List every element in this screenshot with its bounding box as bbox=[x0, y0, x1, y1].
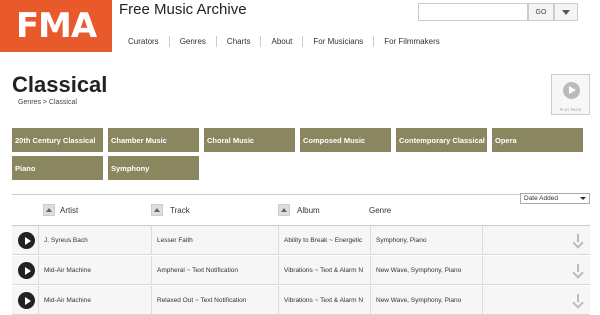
table-header: Artist Track Album Genre bbox=[12, 198, 590, 224]
genre-tile-contemporary-classical[interactable]: Contemporary Classical bbox=[396, 128, 487, 152]
genre-tile-symphony[interactable]: Symphony bbox=[108, 156, 199, 180]
row-album[interactable]: Ability to Break ~ Energetic bbox=[278, 226, 370, 255]
genre-tile-20th-century-classical[interactable]: 20th Century Classical bbox=[12, 128, 103, 152]
genre-tile-piano[interactable]: Piano bbox=[12, 156, 103, 180]
row-genre: New Wave, Symphony, Piano bbox=[370, 286, 482, 315]
search-input[interactable] bbox=[418, 3, 528, 21]
column-artist: Artist bbox=[60, 206, 79, 215]
table-row: Mid-Air Machine Relaxed Out ~ Text Notif… bbox=[12, 286, 590, 315]
site-logo[interactable]: FMA bbox=[0, 0, 112, 52]
column-track: Track bbox=[170, 206, 190, 215]
nav-for-filmmakers[interactable]: For Filmmakers bbox=[373, 36, 450, 47]
play-page-button[interactable]: PLAY PAGE bbox=[551, 74, 590, 115]
play-track-button[interactable] bbox=[18, 292, 35, 309]
row-album[interactable]: Vibrations ~ Text & Alarm N bbox=[278, 256, 370, 285]
sort-artist-button[interactable] bbox=[43, 204, 55, 216]
download-icon[interactable] bbox=[573, 294, 583, 306]
nav-genres[interactable]: Genres bbox=[168, 36, 216, 47]
logo-text: FMA bbox=[15, 6, 97, 46]
sort-track-button[interactable] bbox=[151, 204, 163, 216]
row-artist[interactable]: Mid-Air Machine bbox=[38, 286, 150, 315]
column-album: Album bbox=[297, 206, 320, 215]
row-genre: Symphony, Piano bbox=[370, 226, 482, 255]
table-row: J. Syreus Bach Lesser Faith Ability to B… bbox=[12, 226, 590, 255]
download-icon[interactable] bbox=[573, 264, 583, 276]
nav-charts[interactable]: Charts bbox=[215, 36, 261, 47]
breadcrumb[interactable]: Genres > Classical bbox=[18, 99, 77, 106]
play-track-button[interactable] bbox=[18, 262, 35, 279]
row-genre: New Wave, Symphony, Piano bbox=[370, 256, 482, 285]
play-track-button[interactable] bbox=[18, 232, 35, 249]
row-track[interactable]: Lesser Faith bbox=[151, 226, 277, 255]
genre-tile-choral-music[interactable]: Choral Music bbox=[204, 128, 295, 152]
nav-for-musicians[interactable]: For Musicians bbox=[302, 36, 373, 47]
row-album[interactable]: Vibrations ~ Text & Alarm N bbox=[278, 286, 370, 315]
row-track[interactable]: Ampheral ~ Text Notification bbox=[151, 256, 277, 285]
row-artist[interactable]: J. Syreus Bach bbox=[38, 226, 150, 255]
chevron-down-icon bbox=[562, 9, 570, 15]
nav-about[interactable]: About bbox=[260, 36, 302, 47]
page-title: Classical bbox=[12, 72, 108, 97]
site-title[interactable]: Free Music Archive bbox=[119, 1, 247, 18]
play-page-label: PLAY PAGE bbox=[559, 107, 582, 112]
row-track[interactable]: Relaxed Out ~ Text Notification bbox=[151, 286, 277, 315]
genre-tile-opera[interactable]: Opera bbox=[492, 128, 583, 152]
row-spacer bbox=[482, 226, 562, 255]
search-options-button[interactable] bbox=[554, 3, 578, 21]
table-top-divider bbox=[12, 194, 590, 195]
row-spacer bbox=[482, 256, 562, 285]
main-nav: Curators Genres Charts About For Musicia… bbox=[120, 36, 450, 47]
nav-curators[interactable]: Curators bbox=[120, 36, 169, 47]
play-icon bbox=[563, 82, 580, 99]
sort-album-button[interactable] bbox=[278, 204, 290, 216]
genre-tile-composed-music[interactable]: Composed Music bbox=[300, 128, 391, 152]
table-row: Mid-Air Machine Ampheral ~ Text Notifica… bbox=[12, 256, 590, 285]
genre-tile-chamber-music[interactable]: Chamber Music bbox=[108, 128, 199, 152]
column-genre: Genre bbox=[369, 206, 392, 215]
download-icon[interactable] bbox=[573, 234, 583, 246]
search-go-button[interactable]: GO bbox=[528, 3, 554, 21]
row-artist[interactable]: Mid-Air Machine bbox=[38, 256, 150, 285]
row-spacer bbox=[482, 286, 562, 315]
